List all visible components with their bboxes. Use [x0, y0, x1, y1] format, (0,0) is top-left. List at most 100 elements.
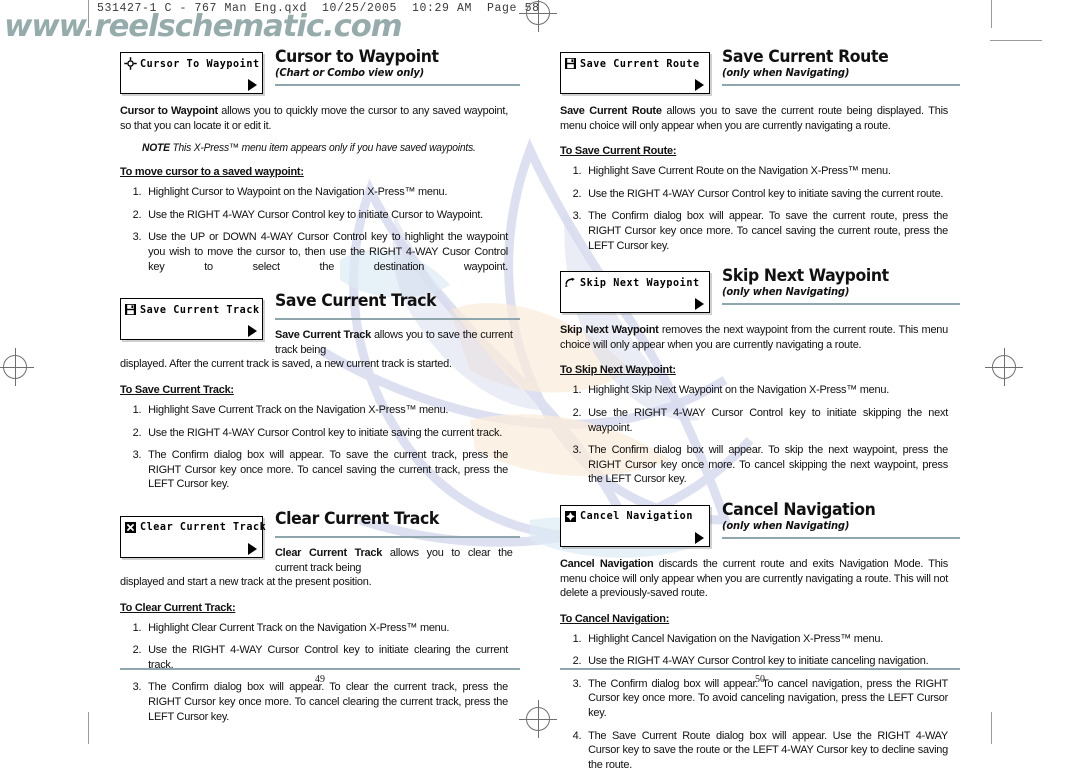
menu-box-label: Save Current Route: [580, 57, 700, 70]
section-save-current-route: Save Current Route Save Current Route (o…: [560, 48, 960, 253]
section-rule: [722, 303, 960, 305]
section-lead-continued: displayed and start a new track at the p…: [120, 575, 508, 590]
menu-box-label: Skip Next Waypoint: [580, 276, 700, 289]
section-lead-paragraph-indented: Save Current Track allows you to save th…: [275, 328, 513, 357]
section-title: Cursor to Waypoint: [275, 47, 439, 66]
section-title: Clear Current Track: [275, 508, 439, 528]
section-cursor-to-waypoint: Cursor To Waypoint Cursor to Waypoint (C…: [120, 48, 520, 274]
step-item: Highlight Cursor to Waypoint on the Navi…: [133, 185, 448, 199]
section-header: Save Current Route Save Current Route (o…: [560, 48, 960, 98]
trim-mark-right-top: [991, 0, 992, 28]
page-footer-left: 49: [120, 668, 520, 685]
note-label: NOTE: [142, 142, 170, 155]
skip-arrow-icon: [564, 276, 577, 289]
lead-bold-term: Skip Next Waypoint: [560, 324, 659, 337]
section-header: Clear Current Track Clear Current Track: [120, 510, 520, 558]
lead-bold-term: Save Current Route: [560, 105, 662, 117]
howto-heading: To move cursor to a saved waypoint:: [120, 166, 304, 179]
step-item: Use the RIGHT 4-WAY Cursor Control key t…: [573, 187, 944, 201]
right-arrow-icon: [695, 531, 704, 544]
section-subtitle: (only when Navigating): [722, 67, 850, 80]
howto-heading: To Save Current Route:: [560, 145, 677, 158]
page-number: 50: [755, 673, 765, 685]
menu-box-label: Cursor To Waypoint: [140, 57, 260, 70]
step-item: Use the RIGHT 4-WAY Cursor Control key t…: [573, 654, 929, 668]
right-arrow-icon: [248, 79, 257, 91]
lead-bold-term: Clear Current Track: [275, 546, 383, 559]
step-item: The Confirm dialog box will appear. To s…: [133, 448, 509, 491]
lead-continued-text: displayed. After the current track is sa…: [120, 358, 452, 371]
section-title: Cancel Navigation: [722, 499, 876, 519]
registration-mark-left-middle: [0, 348, 34, 386]
step-item: Use the RIGHT 4-WAY Cursor Control key t…: [133, 208, 484, 222]
lead-continued-text: displayed and start a new track at the p…: [120, 576, 372, 589]
step-item: Use the RIGHT 4-WAY Cursor Control key t…: [133, 426, 503, 440]
page-left-49: Cursor To Waypoint Cursor to Waypoint (C…: [120, 48, 520, 732]
section-rule: [275, 84, 520, 86]
registration-mark-right-middle: [985, 348, 1023, 386]
section-lead-paragraph: Cursor to Waypoint allows you to quickly…: [120, 104, 508, 133]
section-title: Skip Next Waypoint: [722, 266, 889, 286]
section-subtitle: (Chart or Combo view only): [275, 67, 425, 80]
section-header: Save Current Track Save Current Track: [120, 292, 520, 341]
section-lead-paragraph: Skip Next Waypoint removes the next wayp…: [560, 323, 948, 352]
step-item: Use the RIGHT 4-WAY Cursor Control key t…: [573, 406, 949, 434]
site-watermark-text: www.reelschematic.com: [4, 9, 403, 44]
section-rule: [275, 535, 520, 538]
floppy-save-icon: [564, 57, 577, 70]
registration-mark-bottom-center: [519, 700, 557, 738]
page-number: 49: [315, 673, 325, 685]
section-header: Cancel Navigation Cancel Navigation (onl…: [560, 501, 960, 551]
section-header: Cursor To Waypoint Cursor to Waypoint (C…: [120, 48, 520, 98]
cancel-navigation-icon: [564, 510, 577, 523]
footer-rule: [560, 668, 960, 670]
howto-heading: To Save Current Track:: [120, 383, 234, 396]
right-arrow-icon: [695, 298, 704, 311]
section-rule: [275, 318, 520, 320]
steps-list: Highlight Cancel Navigation on the Navig…: [560, 632, 960, 773]
menu-box-save-current-route[interactable]: Save Current Route: [560, 52, 710, 94]
section-title: Save Current Route: [722, 47, 889, 66]
trim-mark-right-upper: [990, 40, 1042, 41]
trim-mark-left-bottom: [88, 712, 89, 744]
menu-box-label: Clear Current Track: [140, 521, 267, 534]
howto-heading: To Skip Next Waypoint:: [560, 364, 676, 377]
step-item: Use the UP or DOWN 4-WAY Cursor Control …: [133, 230, 509, 273]
crosshair-target-icon: [124, 57, 137, 70]
right-arrow-icon: [248, 325, 257, 338]
section-cancel-navigation: Cancel Navigation Cancel Navigation (onl…: [560, 501, 960, 773]
menu-box-save-current-track[interactable]: Save Current Track: [120, 298, 263, 341]
menu-box-clear-current-track[interactable]: Clear Current Track: [120, 515, 267, 558]
steps-list: Highlight Skip Next Waypoint on the Navi…: [560, 383, 960, 487]
section-title: Save Current Track: [275, 291, 437, 311]
steps-list: Highlight Save Current Track on the Navi…: [120, 403, 520, 492]
howto-heading: To Clear Current Track:: [120, 601, 236, 614]
x-cross-clear-icon: [124, 521, 137, 534]
lead-bold-term: Cancel Navigation: [560, 557, 654, 570]
menu-box-cursor-to-waypoint[interactable]: Cursor To Waypoint: [120, 52, 263, 94]
lead-bold-term: Cursor to Waypoint: [120, 105, 218, 117]
step-item: The Confirm dialog box will appear. To s…: [573, 209, 949, 252]
steps-list: Highlight Save Current Route on the Navi…: [560, 164, 960, 253]
section-subtitle: (only when Navigating): [722, 520, 850, 533]
section-clear-current-track: Clear Current Track Clear Current Track …: [120, 510, 520, 724]
step-item: The Save Current Route dialog box will a…: [573, 729, 949, 771]
step-item: Highlight Save Current Route on the Navi…: [573, 164, 891, 178]
menu-box-cancel-navigation[interactable]: Cancel Navigation: [560, 504, 710, 547]
howto-heading: To Cancel Navigation:: [560, 612, 670, 625]
page-footer-right: 50: [560, 668, 960, 685]
step-item: Highlight Save Current Track on the Navi…: [133, 403, 449, 417]
trim-mark-right-bottom: [991, 712, 992, 744]
step-item: The Confirm dialog box will appear. To s…: [573, 443, 949, 486]
steps-list: Highlight Cursor to Waypoint on the Navi…: [120, 185, 520, 274]
step-item: The Confirm dialog box will appear. To c…: [133, 680, 509, 723]
section-header: Skip Next Waypoint Skip Next Waypoint (o…: [560, 267, 960, 317]
menu-box-label: Cancel Navigation: [580, 510, 693, 523]
footer-rule: [120, 668, 520, 670]
step-item: Highlight Skip Next Waypoint on the Navi…: [573, 383, 890, 397]
section-save-current-track: Save Current Track Save Current Track Sa…: [120, 292, 520, 492]
menu-box-skip-next-waypoint[interactable]: Skip Next Waypoint: [560, 271, 710, 314]
note-block: NOTE This X-Press™ menu item appears onl…: [142, 142, 509, 154]
right-arrow-icon: [248, 542, 257, 555]
section-lead-continued: displayed. After the current track is sa…: [120, 357, 508, 372]
